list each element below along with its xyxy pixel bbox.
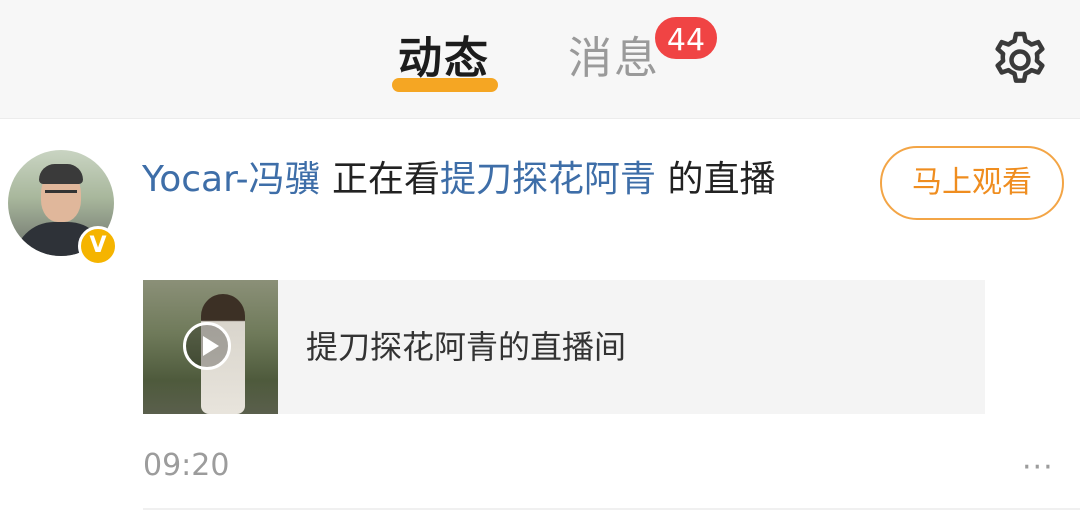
live-room-card[interactable]: 提刀探花阿青的直播间 — [143, 280, 985, 414]
timestamp: 09:20 — [143, 448, 230, 483]
tab-dynamic[interactable]: 动态 — [398, 28, 490, 90]
suffix-text: 的直播 — [667, 159, 776, 200]
divider — [143, 508, 1080, 510]
live-room-title: 提刀探花阿青的直播间 — [306, 328, 627, 366]
watch-now-button[interactable]: 马上观看 — [880, 146, 1064, 220]
gear-icon[interactable] — [988, 28, 1052, 92]
more-options-icon[interactable]: ··· — [1022, 453, 1054, 483]
verified-badge-icon: V — [78, 226, 118, 266]
live-thumbnail[interactable] — [143, 280, 278, 414]
user-name-link[interactable]: Yocar-冯骥 — [142, 159, 321, 200]
play-icon[interactable] — [183, 322, 231, 370]
streamer-name-link[interactable]: 提刀探花阿青 — [440, 159, 656, 200]
top-nav-bar: 动态 消息 44 — [0, 0, 1080, 119]
tab-dynamic-label: 动态 — [398, 33, 490, 84]
action-text: 正在看 — [332, 159, 441, 200]
unread-count-badge: 44 — [652, 14, 720, 62]
tab-messages-label: 消息 — [568, 33, 660, 84]
feed-headline: Yocar-冯骥 正在看提刀探花阿青 的直播 — [142, 152, 832, 208]
tab-messages[interactable]: 消息 — [568, 28, 660, 90]
